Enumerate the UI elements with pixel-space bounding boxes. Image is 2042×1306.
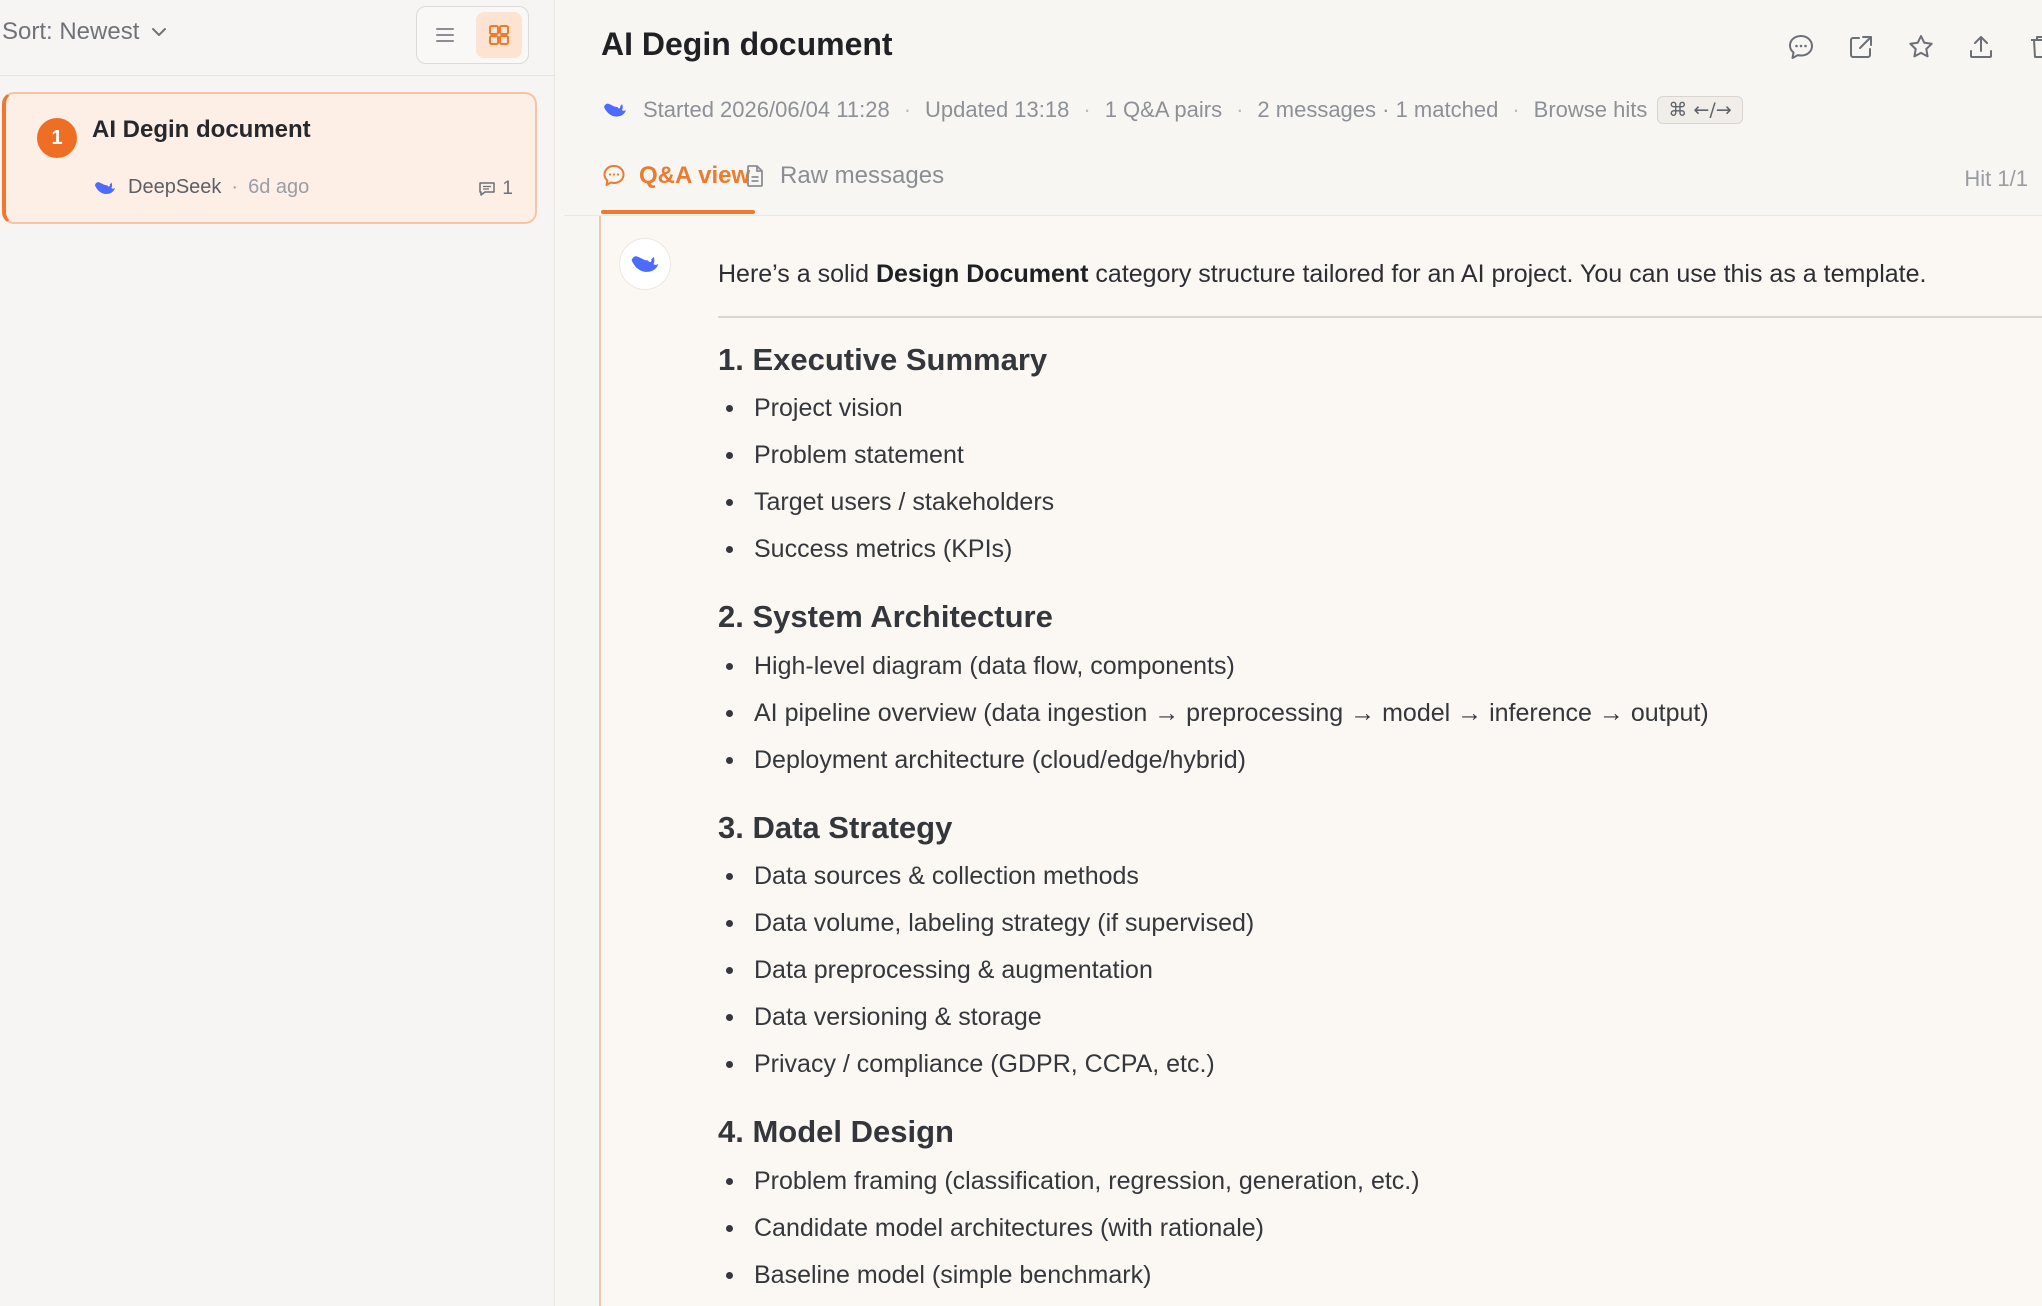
message-count-icon: [479, 182, 496, 196]
section-title: 2. System Architecture: [718, 599, 1053, 634]
meta-separator: ·: [231, 176, 239, 198]
comment-icon: [1789, 35, 1813, 59]
view-tabs: Q&A view Raw messages Hit 1/1: [564, 148, 2042, 216]
header-actions: [1786, 32, 2042, 62]
section-title: 3. Data Strategy: [718, 810, 953, 845]
meta-separator: ·: [903, 97, 912, 122]
open-external-button[interactable]: [1846, 32, 1876, 62]
sort-dropdown[interactable]: Sort: Newest: [2, 18, 169, 46]
conversation-age: 6d ago: [248, 176, 310, 198]
message-stats: 2 messages · 1 matched: [1257, 97, 1499, 122]
qa-pair-count: 1 Q&A pairs: [1104, 97, 1223, 122]
sidebar: Sort: Newest 1 AI Degin document DeepSee…: [0, 0, 555, 1306]
sidebar-toolbar: Sort: Newest: [0, 0, 554, 76]
star-icon: [1909, 35, 1933, 58]
answer-intro: Here’s a solid Design Document category …: [718, 260, 1926, 289]
view-toggle: [416, 6, 529, 64]
list-item: High-level diagram (data flow, component…: [726, 652, 1235, 681]
list-view-icon: [436, 28, 454, 42]
conversation-title: AI Degin document: [92, 116, 311, 143]
list-item: Data volume, labeling strategy (if super…: [726, 909, 1254, 938]
started-timestamp: Started 2026/06/04 11:28: [643, 97, 890, 122]
list-item: Problem framing (classification, regress…: [726, 1167, 1420, 1196]
tab-raw-messages-label: Raw messages: [780, 162, 945, 189]
list-item: Success metrics (KPIs): [726, 535, 1012, 564]
intro-suffix: category structure tailored for an AI pr…: [1088, 260, 1927, 288]
list-item: Problem statement: [726, 441, 964, 470]
delete-button[interactable]: [2026, 32, 2042, 62]
list-item: Data versioning & storage: [726, 1003, 1042, 1032]
grid-view-icon: [489, 25, 509, 45]
section-title: 1. Executive Summary: [718, 342, 1048, 377]
open-external-icon: [1850, 36, 1872, 58]
intro-prefix: Here’s a solid: [718, 260, 876, 288]
meta-separator: ·: [1512, 97, 1520, 122]
answer-panel: Here’s a solid Design Document category …: [599, 216, 2042, 1306]
deepseek-logo-icon: [604, 103, 626, 117]
browse-hits-label[interactable]: Browse hits: [1534, 97, 1648, 123]
list-item: AI pipeline overview (data ingestion → p…: [726, 699, 1709, 728]
conversation-rank-badge: 1: [37, 118, 77, 158]
document-icon: [747, 165, 763, 187]
meta-separator: ·: [1083, 97, 1091, 122]
updated-timestamp: Updated 13:18: [925, 97, 1070, 122]
list-item: Privacy / compliance (GDPR, CCPA, etc.): [726, 1050, 1215, 1079]
hit-counter: Hit 1/1: [1964, 166, 2028, 191]
intro-bold: Design Document: [875, 260, 1089, 288]
tab-raw-messages[interactable]: Raw messages: [742, 162, 944, 190]
keyboard-shortcut: ⌘ ←/→: [1657, 96, 1743, 124]
deepseek-logo-icon: [631, 256, 659, 272]
conversation-meta: DeepSeek · 6d ago: [92, 176, 309, 199]
trash-icon: [2031, 36, 2042, 58]
deepseek-logo-icon: [94, 181, 116, 194]
list-item: Project vision: [726, 394, 903, 423]
tab-qa-view[interactable]: Q&A view: [601, 162, 750, 190]
sort-label: Sort: Newest: [2, 18, 140, 45]
list-item: Target users / stakeholders: [726, 488, 1054, 517]
meta-separator: ·: [1236, 97, 1244, 122]
page-title: AI Degin document: [601, 26, 893, 62]
conversation-meta-row: Started 2026/06/04 11:28 · Updated 13:18…: [601, 92, 1743, 128]
list-item: Data sources & collection methods: [726, 862, 1139, 891]
export-button[interactable]: [1966, 32, 1996, 62]
comment-button[interactable]: [1786, 32, 1816, 62]
conversation-card[interactable]: 1 AI Degin document DeepSeek · 6d ago 1: [2, 92, 537, 224]
tab-qa-view-label: Q&A view: [639, 162, 751, 189]
active-tab-indicator: [601, 210, 755, 214]
message-count-value: 1: [502, 178, 513, 199]
list-item: Baseline model (simple benchmark): [726, 1261, 1151, 1290]
list-item: Candidate model architectures (with rati…: [726, 1214, 1264, 1243]
list-view-button[interactable]: [422, 12, 468, 58]
avatar: [619, 238, 671, 290]
chat-bubble-icon: [603, 165, 625, 186]
list-item: Data preprocessing & augmentation: [726, 956, 1153, 985]
star-button[interactable]: [1906, 32, 1936, 62]
upload-icon: [1970, 36, 1992, 58]
conversation-message-count: 1: [478, 178, 513, 200]
divider: [718, 316, 2042, 318]
conversation-source: DeepSeek: [128, 176, 222, 198]
chevron-down-icon: [152, 28, 167, 36]
main-panel: AI Degin document Started 2026/06/04 11:…: [556, 0, 2042, 1306]
section-title: 4. Model Design: [718, 1114, 954, 1149]
grid-view-button[interactable]: [476, 12, 522, 58]
list-item: Deployment architecture (cloud/edge/hybr…: [726, 746, 1246, 775]
